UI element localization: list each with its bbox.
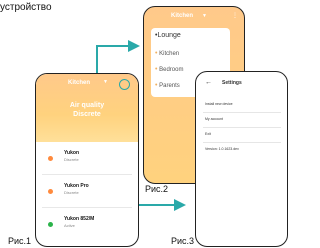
device-status: Active [64, 223, 75, 228]
phone-screen-3: ← Settings Install new device My account… [195, 71, 288, 247]
divider [42, 174, 132, 175]
device-name: Yukon Pro [64, 183, 89, 189]
room-option[interactable]: • Bedroom [155, 66, 183, 73]
figure-caption-1: Рис.1 [8, 236, 32, 246]
room-option-label: Kitchen [159, 51, 180, 57]
air-quality-value: Discrete [73, 111, 101, 118]
more-icon[interactable]: ⋮ [232, 12, 238, 19]
divider [203, 112, 281, 113]
chevron-down-icon[interactable]: ▼ [103, 79, 108, 85]
figure-caption-3: Рис.3 [171, 236, 195, 246]
status-dot-icon [48, 156, 53, 161]
settings-row-exit[interactable]: Exit [205, 132, 279, 136]
settings-title: Settings [222, 80, 242, 86]
room-option[interactable]: • Kitchen [155, 50, 179, 57]
room-header: Kitchen ▼ Air quality Discrete [36, 74, 138, 142]
phone-screen-1: Kitchen ▼ Air quality Discrete Yukon Dis… [35, 73, 139, 247]
device-status: Discrete [64, 190, 79, 195]
menu-circle-icon[interactable] [119, 79, 130, 90]
room-option-label: Bedroom [159, 67, 184, 73]
room-title[interactable]: Kitchen [68, 80, 90, 86]
divider [203, 127, 281, 128]
device-status: Discrete [64, 157, 79, 162]
settings-row-account[interactable]: My account [205, 117, 279, 121]
device-name: Yukon 852/M [64, 216, 95, 222]
room-option-label: Lounge [157, 32, 181, 39]
status-dot-icon [48, 189, 53, 194]
settings-row-install[interactable]: Install new device [205, 102, 279, 106]
air-quality-label: Air quality [69, 102, 105, 109]
divider [42, 207, 132, 208]
status-dot-icon [48, 222, 53, 227]
chevron-down-icon[interactable]: ▼ [202, 13, 207, 19]
room-title[interactable]: Kitchen [171, 13, 193, 19]
divider [203, 142, 281, 143]
room-option-label: Parents [159, 83, 180, 89]
back-arrow-icon[interactable]: ← [205, 79, 212, 86]
device-item[interactable]: Yukon 852/M Active [46, 215, 128, 237]
device-item[interactable]: Yukon Pro Discrete [46, 182, 128, 204]
room-option[interactable]: • Parents [155, 82, 180, 89]
settings-row-version: Version: 1.0.1623.dev [205, 147, 239, 151]
device-name: Yukon [64, 150, 80, 156]
room-option[interactable]: •Lounge [155, 32, 181, 39]
figure-caption-2: Рис.2 [145, 184, 169, 194]
device-item[interactable]: Yukon Discrete [46, 149, 128, 171]
